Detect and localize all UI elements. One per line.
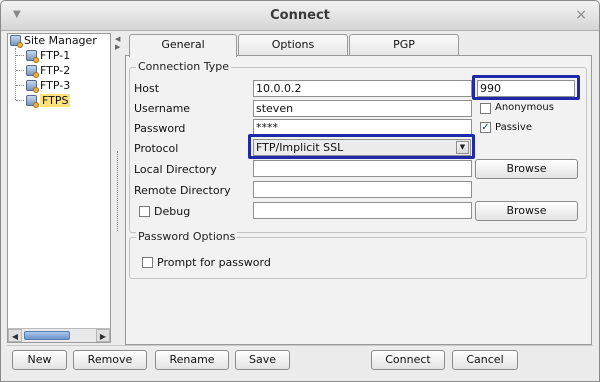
tab-general[interactable]: General: [129, 34, 237, 57]
tree-item-label: FTP-2: [40, 64, 71, 77]
tree-item-label: FTP-3: [40, 79, 71, 92]
chevron-down-icon[interactable]: ▼: [456, 141, 469, 154]
title-bar[interactable]: ▼ Connect ×: [1, 1, 599, 31]
remote-directory-label: Remote Directory: [134, 184, 231, 197]
prompt-password-checkbox[interactable]: [142, 257, 153, 268]
browse-debug-button[interactable]: Browse: [475, 201, 578, 221]
cancel-button[interactable]: Cancel: [452, 350, 518, 370]
protocol-value: FTP/Implicit SSL: [256, 141, 344, 154]
prompt-password-label: Prompt for password: [157, 256, 271, 269]
scroll-thumb[interactable]: [24, 331, 70, 340]
debug-label: Debug: [154, 205, 191, 218]
tab-pgp[interactable]: PGP: [349, 34, 459, 56]
server-icon: [26, 95, 39, 108]
tree-horizontal-scrollbar[interactable]: ◀ ▶: [8, 328, 110, 342]
port-input[interactable]: 990: [477, 80, 575, 97]
connection-type-title: Connection Type: [136, 60, 232, 73]
site-manager-icon: [10, 35, 23, 48]
server-icon: [26, 80, 39, 93]
password-label: Password: [134, 122, 186, 135]
tree-item-ftp-2[interactable]: FTP-2: [26, 63, 70, 78]
save-button[interactable]: Save: [235, 350, 290, 370]
passive-label: Passive: [495, 122, 532, 133]
local-directory-label: Local Directory: [134, 163, 217, 176]
debug-checkbox[interactable]: [139, 206, 150, 217]
browse-local-button[interactable]: Browse: [475, 159, 578, 179]
anonymous-label: Anonymous: [495, 102, 554, 113]
panel-splitter[interactable]: ◀ ▶: [113, 31, 123, 346]
tree-item-ftp-1[interactable]: FTP-1: [26, 48, 70, 63]
connect-dialog: ▼ Connect × Site Manager FTP-1 FTP-2 FTP…: [0, 0, 600, 382]
general-tab-panel: Connection Type Host 10.0.0.2 990 Userna…: [125, 55, 592, 345]
window-title: Connect: [270, 8, 330, 23]
tree-item-label: Site Manager: [24, 34, 97, 47]
expand-right-icon[interactable]: ▶: [115, 43, 120, 51]
new-button[interactable]: New: [12, 350, 67, 370]
tree-item-ftp-3[interactable]: FTP-3: [26, 78, 70, 93]
tab-options[interactable]: Options: [238, 34, 348, 56]
divider: [7, 345, 593, 346]
rename-button[interactable]: Rename: [155, 350, 229, 370]
connect-button[interactable]: Connect: [371, 350, 445, 370]
remove-button[interactable]: Remove: [73, 350, 147, 370]
debug-file-input[interactable]: [253, 202, 472, 219]
anonymous-checkbox[interactable]: [480, 103, 491, 114]
tree-item-ftps[interactable]: FTPS: [26, 93, 71, 108]
passive-checkbox[interactable]: ✓: [480, 122, 491, 133]
close-icon[interactable]: ×: [575, 7, 587, 23]
username-input[interactable]: steven: [253, 100, 472, 117]
server-icon: [26, 50, 39, 63]
splitter-grip: [117, 151, 118, 231]
host-label: Host: [134, 82, 160, 95]
server-icon: [26, 65, 39, 78]
host-input[interactable]: 10.0.0.2: [253, 80, 472, 97]
tree-item-label: FTPS: [40, 94, 71, 107]
remote-directory-input[interactable]: [253, 181, 472, 198]
tree-item-site-manager[interactable]: Site Manager: [10, 33, 97, 48]
local-directory-input[interactable]: [253, 160, 472, 177]
protocol-select[interactable]: FTP/Implicit SSL ▼: [253, 139, 471, 156]
protocol-label: Protocol: [134, 142, 179, 155]
scroll-right-icon[interactable]: ▶: [96, 329, 110, 342]
password-options-title: Password Options: [136, 230, 238, 243]
collapse-left-icon[interactable]: ◀: [115, 35, 120, 43]
tree-item-label: FTP-1: [40, 49, 71, 62]
scroll-left-icon[interactable]: ◀: [8, 329, 22, 342]
username-label: Username: [134, 102, 191, 115]
site-tree: Site Manager FTP-1 FTP-2 FTP-3 FTPS ◀ ▶: [7, 33, 111, 343]
